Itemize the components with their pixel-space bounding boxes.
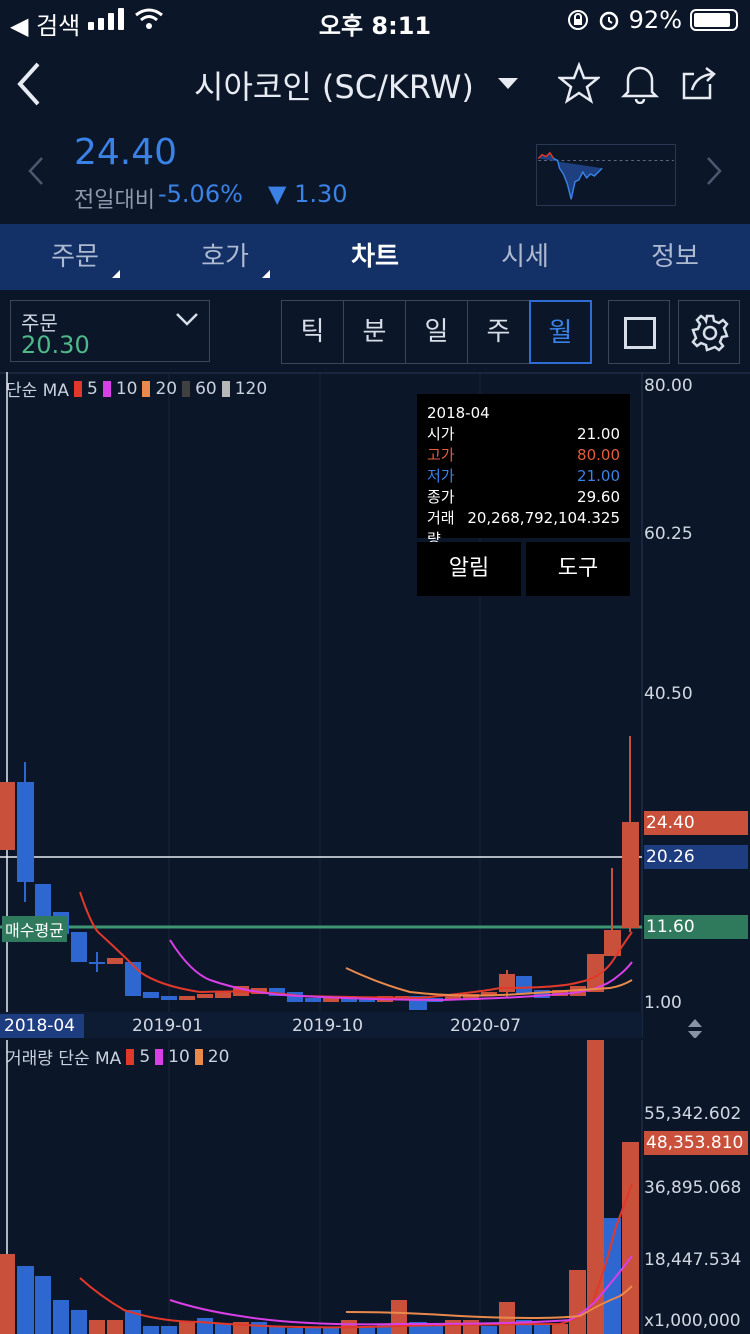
- battery-icon: [690, 9, 738, 31]
- settings-button[interactable]: [678, 300, 740, 364]
- period-month-button[interactable]: 월: [529, 300, 592, 364]
- alarm-icon: [599, 11, 618, 31]
- period-selector: 틱 분 일 주 월: [281, 300, 592, 364]
- share-icon[interactable]: [680, 62, 720, 104]
- vol-ma10-label: 10: [168, 1046, 190, 1067]
- tooltip-row-volume: 거래량 20,268,792,104.325: [427, 509, 620, 548]
- ma5-swatch: [73, 380, 82, 397]
- page-title[interactable]: 시아코인 (SC/KRW): [194, 62, 474, 108]
- ma60-swatch: [182, 380, 191, 397]
- change-label: 전일대비: [74, 188, 155, 213]
- vol-ma10-swatch: [155, 1048, 164, 1065]
- gear-icon: [691, 314, 729, 352]
- prev-coin-icon[interactable]: [28, 156, 44, 186]
- y-tick: 40.50: [644, 684, 693, 704]
- square-icon: [624, 317, 656, 349]
- mini-chart[interactable]: [536, 144, 676, 206]
- tooltip-row-open: 시가 21.00: [427, 425, 620, 443]
- change-rate: -5.06%: [158, 180, 243, 208]
- x-tick: 2019-01: [132, 1016, 204, 1036]
- volume-ma-legend: 거래량 단순 MA 5 10 20: [6, 1044, 230, 1070]
- x-tick: 2019-10: [292, 1016, 364, 1036]
- vol-current-tag: 48,353.810: [644, 1131, 748, 1155]
- orientation-lock-icon: [567, 10, 588, 30]
- ma5-label: 5: [86, 378, 98, 399]
- alert-button[interactable]: 알림: [417, 542, 521, 596]
- x-tick: 2018-04: [4, 1016, 76, 1036]
- tab-order[interactable]: 주문: [0, 224, 150, 290]
- battery-percent: 92%: [628, 6, 682, 34]
- ma20-swatch: [142, 380, 151, 397]
- vol-ma20-label: 20: [207, 1046, 230, 1067]
- ma10-label: 10: [115, 378, 138, 399]
- ma-legend-title: 단순 MA: [6, 381, 69, 401]
- period-minute-button[interactable]: 분: [343, 300, 406, 364]
- ma10-swatch: [102, 380, 111, 397]
- y-tick: 80.00: [644, 376, 693, 396]
- vol-ma5-swatch: [126, 1048, 135, 1065]
- vol-y-unit: x1,000,000: [644, 1311, 741, 1331]
- candlestick-chart[interactable]: [0, 372, 750, 1038]
- section-tabs: 주문 호가 차트 시세 정보: [0, 224, 750, 290]
- avg-buy-label: 매수평균: [2, 916, 67, 942]
- ma120-swatch: [221, 380, 230, 397]
- x-tick: 2020-07: [450, 1016, 522, 1036]
- current-price-tag: 24.40: [644, 811, 748, 835]
- tooltip-row-low: 저가 21.00: [427, 467, 620, 485]
- period-day-button[interactable]: 일: [405, 300, 468, 364]
- ohlc-tooltip: 2018-04 시가 21.00 고가 80.00 저가 21.00 종가 29.60 …: [417, 394, 630, 548]
- tab-orderbook[interactable]: 호가: [150, 224, 300, 290]
- tab-chart[interactable]: 차트: [300, 224, 450, 290]
- y-tick: 60.25: [644, 524, 693, 544]
- ma-legend: 단순 MA 5 10 20 60 120: [6, 376, 268, 402]
- navigation-bar: 시아코인 (SC/KRW): [0, 50, 750, 120]
- back-icon[interactable]: [14, 60, 44, 108]
- crosshair-price-tag: 20.26: [644, 845, 748, 869]
- chevron-down-icon[interactable]: [498, 78, 518, 90]
- vol-y-tick: 36,895.068: [644, 1178, 742, 1198]
- change-amount: ▼ 1.30: [268, 180, 348, 208]
- vol-y-tick: 18,447.534: [644, 1250, 742, 1270]
- order-dropdown[interactable]: 주문 20.30: [10, 300, 210, 362]
- bell-icon[interactable]: [620, 62, 660, 104]
- status-bar: ◀ 검색 오후 8:11 92%: [0, 0, 750, 40]
- tooltip-row-high: 고가 80.00: [427, 446, 620, 464]
- period-week-button[interactable]: 주: [467, 300, 530, 364]
- tab-info[interactable]: 정보: [600, 224, 750, 290]
- tooltip-row-close: 종가 29.60: [427, 488, 620, 506]
- next-coin-icon[interactable]: [706, 156, 722, 186]
- volume-chart[interactable]: [0, 1040, 750, 1334]
- chevron-down-icon: [176, 313, 198, 326]
- vol-y-tick: 55,342.602: [644, 1104, 742, 1124]
- ma20-label: 20: [155, 378, 178, 399]
- avg-price-tag: 11.60: [644, 915, 748, 939]
- tools-button[interactable]: 도구: [526, 542, 630, 596]
- y-tick: 1.00: [644, 993, 682, 1013]
- tab-market[interactable]: 시세: [450, 224, 600, 290]
- period-tick-button[interactable]: 틱: [281, 300, 344, 364]
- star-icon[interactable]: [558, 62, 600, 104]
- current-price: 24.40: [74, 132, 178, 173]
- vol-ma20-swatch: [194, 1048, 203, 1065]
- vol-ma5-label: 5: [139, 1046, 151, 1067]
- ma60-label: 60: [195, 378, 217, 399]
- order-dropdown-value: 20.30: [21, 331, 90, 359]
- vol-legend-title: 거래량 단순 MA: [6, 1049, 122, 1069]
- tooltip-date: 2018-04: [427, 404, 490, 422]
- ma120-label: 120: [234, 378, 268, 399]
- chart-toolbar: 주문 20.30 틱 분 일 주 월: [0, 298, 750, 366]
- fullscreen-button[interactable]: [608, 300, 670, 364]
- price-summary: 24.40 전일대비 -5.06% ▼ 1.30: [0, 120, 750, 220]
